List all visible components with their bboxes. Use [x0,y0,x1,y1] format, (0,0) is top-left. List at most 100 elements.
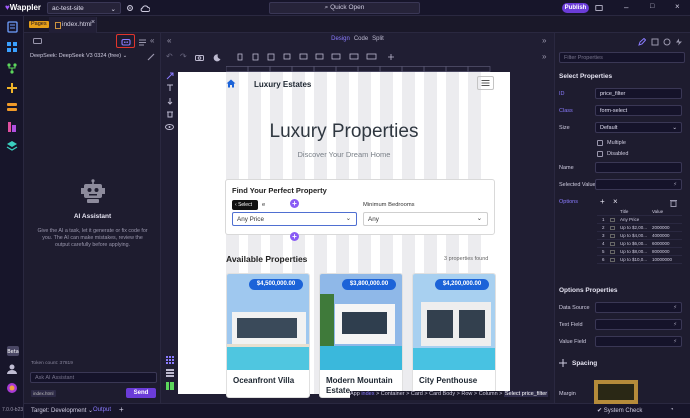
output-tab[interactable]: Output [93,407,111,413]
home-icon[interactable] [226,79,236,88]
pages-tag[interactable]: Pages [29,21,49,28]
undo-icon[interactable]: ↶ [166,52,173,61]
data-source-input[interactable]: ⚡ [595,302,682,313]
breadcrumb-item[interactable]: index [361,391,374,397]
ai-beta-icon[interactable]: Beta [6,345,20,357]
dynamic-events-icon[interactable] [674,37,683,46]
layers-icon[interactable] [5,139,19,153]
option-row[interactable]: 3 Up to $4,00... 4000000 [597,232,682,240]
margin-editor[interactable] [594,380,638,404]
send-button[interactable]: Send [126,388,156,398]
notifications-icon[interactable]: ◔ [670,407,674,413]
app-connect-icon[interactable] [662,37,671,46]
publish-button[interactable]: Publish [562,3,589,13]
option-row[interactable]: 2 Up to $2,00... 2000000 [597,224,682,232]
app-version: 7.0.0-b23 [2,407,24,413]
collapse-right-icon[interactable]: » [542,36,546,45]
price-filter-select[interactable]: Any Price ⌄ [232,212,357,226]
add-terminal-icon[interactable]: + [119,405,124,414]
grid-toggle-icon[interactable] [165,355,174,364]
tab-design[interactable]: Design [331,36,350,42]
context-file-tag[interactable]: index.html [31,390,56,397]
tab-split[interactable]: Split [372,36,384,42]
pages-icon[interactable] [5,20,19,34]
account-icon[interactable] [5,362,19,376]
device-size-icons[interactable] [236,53,396,61]
property-card[interactable]: Modern Mountain Estate [319,273,403,398]
ai-model-selector[interactable]: DeepSeek: DeepSeek V3 0324 (free) ⌄ [30,53,127,59]
breadcrumb-item[interactable]: Row [461,391,472,397]
system-check[interactable]: ✔ System Check [597,407,642,414]
target-selector[interactable]: Target: Development ⌄ [31,407,93,414]
resources-icon[interactable] [5,120,19,134]
camera-icon[interactable] [195,53,204,61]
delete-tool-icon[interactable] [165,109,174,118]
database-icon[interactable] [5,100,19,114]
close-window-button[interactable]: × [675,2,680,11]
dark-mode-icon[interactable] [212,53,221,62]
price-badge: $3,800,000.00 [342,279,396,290]
quick-open-search[interactable]: ⌕ Quick Open [269,2,420,14]
cloud-icon[interactable] [139,3,150,13]
maximize-button[interactable]: □ [650,3,654,10]
move-tool-icon[interactable] [165,96,174,105]
edit-icon[interactable] [637,37,646,46]
breadcrumb-item-selected[interactable]: Select price_filter [503,391,549,397]
breadcrumb-item[interactable]: Card [411,391,423,397]
preview-eye-icon[interactable] [165,122,174,131]
option-row[interactable]: 1 Any Price [597,216,682,224]
text-tool-icon[interactable] [165,83,174,92]
text-field-input[interactable]: ⚡ [595,319,682,330]
delete-options-icon[interactable] [669,198,678,207]
ai-input[interactable]: Ask AI Assistant [30,372,157,383]
id-input[interactable]: price_filter [595,88,682,99]
option-row[interactable]: 4 Up to $6,00... 6000000 [597,240,682,248]
ai-toggle-icon[interactable] [120,37,131,46]
redo-icon[interactable]: ↷ [180,52,187,61]
option-row[interactable]: 5 Up to $8,00... 8000000 [597,248,682,256]
size-select[interactable]: Default ⌄ [595,122,682,133]
server-connect-icon[interactable] [5,81,19,95]
collapse-panel-icon[interactable]: « [150,36,154,45]
filter-properties-input[interactable]: Filter Properties [559,52,685,63]
name-input[interactable] [595,162,682,173]
new-chat-icon[interactable] [146,52,155,61]
close-tab-icon[interactable]: × [91,19,95,26]
class-input[interactable]: form-select [595,105,682,116]
more-icon[interactable]: » [542,52,546,61]
breadcrumb-item[interactable]: Card Body [429,391,455,397]
layout-grid-icon[interactable] [165,381,174,390]
select-tool-icon[interactable] [165,71,174,80]
disabled-checkbox[interactable] [597,151,603,157]
property-card[interactable]: City Penthouse [412,273,496,398]
settings-icon[interactable] [125,3,135,13]
token-count: Token count: 37819 [31,361,73,366]
breadcrumb-item[interactable]: Column [479,391,498,397]
multiple-checkbox[interactable] [597,140,603,146]
history-icon[interactable] [137,37,147,47]
bedroom-filter-select[interactable]: Any ⌄ [363,212,488,226]
brand-name[interactable]: Luxury Estates [254,80,311,89]
tab-code[interactable]: Code [354,36,368,42]
add-element-above-button[interactable]: + [290,199,299,208]
navbar-toggle-button[interactable] [477,76,494,90]
property-card[interactable]: Oceanfront Villa [226,273,310,398]
properties-found-count: 3 properties found [444,256,489,262]
breadcrumb-item[interactable]: Container [381,391,405,397]
remove-option-button[interactable]: × [613,197,618,206]
components-icon[interactable] [5,40,19,54]
chat-icon[interactable] [32,37,42,47]
project-selector[interactable]: ac-test-site ⌄ [47,2,121,14]
minimize-button[interactable]: – [624,3,628,12]
bootstrap-grid-icon[interactable] [165,368,174,377]
git-icon[interactable] [5,61,19,75]
option-row[interactable]: 6 Up to $10,0... 10000000 [597,256,682,264]
styles-icon[interactable] [650,37,659,46]
extensions-icon[interactable] [5,381,19,395]
selected-value-input[interactable]: ⚡ [595,179,682,190]
publish-settings-icon[interactable] [594,3,604,13]
breadcrumb-item[interactable]: App [350,391,360,397]
add-element-below-button[interactable]: + [290,232,299,241]
value-field-input[interactable]: ⚡ [595,336,682,347]
add-option-button[interactable]: + [600,197,605,206]
